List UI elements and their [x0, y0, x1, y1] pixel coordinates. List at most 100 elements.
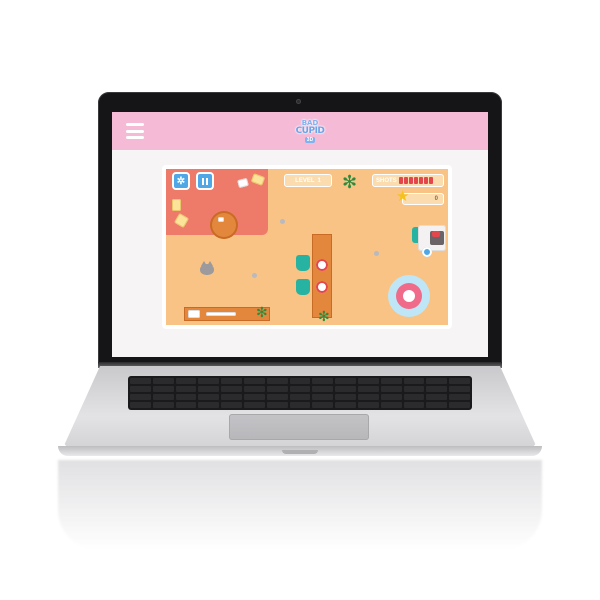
hamburger-menu-icon[interactable]	[126, 123, 144, 139]
key	[289, 394, 311, 400]
key	[198, 386, 220, 392]
key	[449, 386, 470, 392]
key	[380, 402, 402, 408]
key	[357, 378, 379, 384]
key	[312, 402, 334, 408]
trackpad	[229, 414, 369, 440]
key	[426, 378, 448, 384]
key	[335, 394, 356, 400]
level-indicator: LEVEL 1	[284, 174, 332, 187]
shot-pip	[408, 177, 413, 184]
laptop-reflection	[58, 460, 542, 550]
key	[198, 378, 220, 384]
pause-button[interactable]	[196, 172, 214, 190]
counter	[312, 234, 332, 318]
star-icon: ★	[396, 188, 410, 205]
key	[221, 402, 242, 408]
key	[380, 386, 402, 392]
shots-bar	[398, 177, 433, 184]
key	[403, 386, 425, 392]
key	[175, 386, 197, 392]
key	[175, 378, 197, 384]
key	[403, 402, 425, 408]
key	[449, 378, 470, 384]
plant-icon: ✻	[342, 172, 358, 192]
pillow	[172, 199, 181, 211]
pause-icon	[202, 177, 208, 185]
key	[266, 386, 288, 392]
plate	[316, 281, 328, 293]
key	[266, 378, 288, 384]
shot-pip	[418, 177, 423, 184]
key	[403, 378, 425, 384]
key	[130, 394, 151, 400]
key	[243, 402, 265, 408]
key	[243, 378, 265, 384]
plate	[316, 259, 328, 271]
key	[152, 394, 174, 400]
key	[312, 386, 334, 392]
plant-icon: ✻	[256, 304, 268, 320]
key	[221, 378, 242, 384]
plant-icon: ✻	[318, 308, 330, 324]
shot-pip	[423, 177, 428, 184]
cat-icon	[200, 261, 214, 275]
cup	[218, 217, 224, 222]
key	[357, 394, 379, 400]
key	[426, 394, 448, 400]
stool	[296, 255, 310, 271]
key	[266, 402, 288, 408]
shots-label: SHOTS	[376, 177, 397, 184]
key	[152, 402, 174, 408]
key	[130, 402, 151, 408]
shot-pip	[403, 177, 408, 184]
game-canvas[interactable]: ✲ LEVEL 1 ✻ SHOTS 0 ★ ✻ ✻	[166, 169, 448, 325]
key	[243, 386, 265, 392]
webcam	[296, 99, 301, 104]
key	[152, 378, 174, 384]
site-header: BAD CUPID 3D	[112, 112, 488, 150]
key	[449, 402, 470, 408]
key	[380, 378, 402, 384]
key	[357, 402, 379, 408]
logo-badge: 3D	[304, 136, 316, 143]
key	[335, 386, 356, 392]
shot-pip	[413, 177, 418, 184]
key	[357, 386, 379, 392]
shot-pip	[428, 177, 433, 184]
laptop-lid: BAD CUPID 3D ✲ LEVEL 1 ✻ SHOTS 0 ★ ✻ ✻	[98, 92, 502, 364]
laptop-screen: BAD CUPID 3D ✲ LEVEL 1 ✻ SHOTS 0 ★ ✻ ✻	[112, 112, 488, 357]
gear-icon: ✲	[176, 175, 186, 187]
key	[312, 378, 334, 384]
key	[266, 394, 288, 400]
key	[426, 402, 448, 408]
laptop-keyboard	[128, 376, 472, 410]
target-icon[interactable]	[388, 275, 430, 317]
book	[206, 312, 236, 316]
laptop-notch	[282, 450, 318, 454]
settings-button[interactable]: ✲	[172, 172, 190, 190]
logo-line-2: CUPID	[295, 125, 325, 136]
key	[198, 394, 220, 400]
stool	[296, 279, 310, 295]
sofa-pillow	[432, 231, 440, 237]
key	[312, 394, 334, 400]
round-table	[210, 211, 238, 239]
site-logo[interactable]: BAD CUPID 3D	[280, 116, 340, 146]
key	[335, 402, 356, 408]
key	[152, 386, 174, 392]
key	[130, 378, 151, 384]
key	[426, 386, 448, 392]
key	[380, 394, 402, 400]
key	[289, 402, 311, 408]
key	[289, 378, 311, 384]
key	[221, 394, 242, 400]
key	[130, 386, 151, 392]
shots-indicator: SHOTS	[372, 174, 444, 187]
score-value: 0	[434, 196, 438, 202]
target-dot	[252, 273, 257, 278]
shot-pip	[398, 177, 403, 184]
book	[188, 310, 200, 318]
key	[335, 378, 356, 384]
key	[198, 402, 220, 408]
